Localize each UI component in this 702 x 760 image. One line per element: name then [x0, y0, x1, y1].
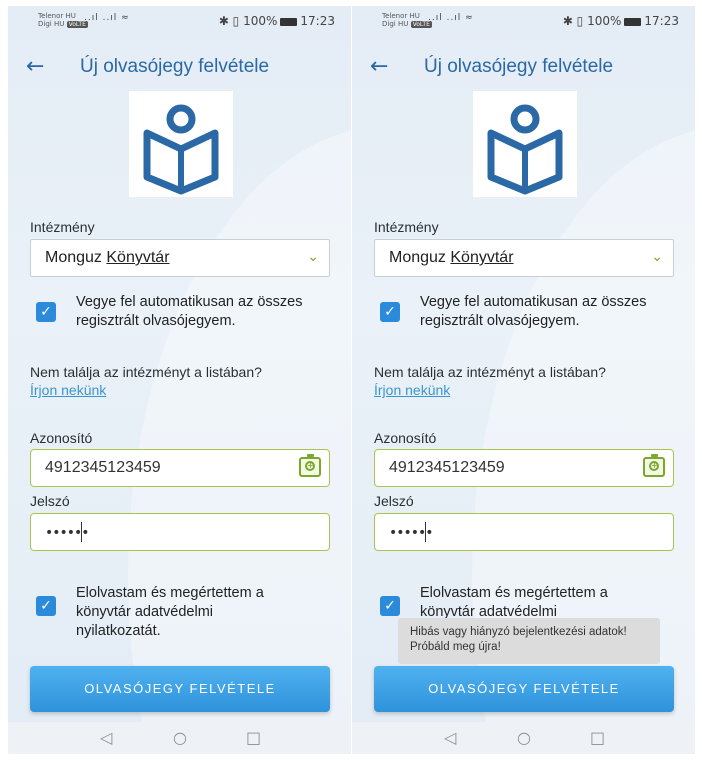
battery-icon: [624, 17, 642, 26]
app-header: ← Új olvasójegy felvétele: [352, 52, 695, 86]
battery-percent: ✱ ▯ 100%: [562, 14, 622, 28]
back-arrow-icon[interactable]: ←: [26, 54, 44, 79]
book-reader-icon: [487, 104, 563, 195]
nav-back-icon[interactable]: ◁: [100, 728, 112, 747]
android-nav-bar: ◁ ○ □: [8, 722, 351, 754]
write-us-link[interactable]: Írjon nekünk: [30, 382, 106, 398]
institution-label: Intézmény: [30, 219, 95, 235]
privacy-checkbox[interactable]: ✓: [380, 596, 400, 616]
id-input[interactable]: 4912345123459 +: [30, 449, 330, 487]
id-value: 4912345123459: [389, 459, 505, 476]
app-header: ← Új olvasójegy felvétele: [8, 52, 351, 86]
page-title: Új olvasójegy felvétele: [424, 56, 614, 77]
clock: 17:23: [300, 14, 335, 28]
password-label: Jelszó: [374, 493, 414, 509]
write-us-link[interactable]: Írjon nekünk: [374, 382, 450, 398]
library-logo: [129, 91, 233, 197]
nav-home-icon[interactable]: ○: [173, 728, 187, 747]
clock: 17:23: [644, 14, 679, 28]
carrier-1: Telenor HU: [382, 12, 420, 20]
auto-add-checkbox[interactable]: ✓: [36, 302, 56, 322]
id-value: 4912345123459: [45, 459, 161, 476]
phone-screen-right: Telenor HU Digi HU VoLTE ..ıl ..ıl ≈ ✱ ▯…: [352, 6, 695, 754]
submit-button[interactable]: OLVASÓJEGY FELVÉTELE: [374, 666, 674, 712]
institution-value: Monguz Könyvtár: [45, 249, 170, 266]
screenshot-pair: Telenor HU Digi HU VoLTE ..ıl ..ıl ≈ ✱ ▯…: [0, 0, 702, 760]
text-caret: [81, 522, 82, 542]
carrier-info: Telenor HU Digi HU VoLTE: [382, 12, 432, 28]
status-right: ✱ ▯ 100% 17:23: [563, 14, 679, 28]
password-value: ••••••: [45, 525, 90, 541]
back-arrow-icon[interactable]: ←: [370, 54, 388, 79]
institution-value: Monguz Könyvtár: [389, 249, 514, 266]
id-label: Azonosító: [374, 430, 437, 446]
id-input[interactable]: 4912345123459 +: [374, 449, 674, 487]
auto-add-label: Vegye fel automatikusan az összes regisz…: [76, 294, 303, 329]
privacy-checkbox[interactable]: ✓: [36, 596, 56, 616]
password-input[interactable]: ••••••: [30, 513, 330, 551]
password-input[interactable]: ••••••: [374, 513, 674, 551]
signal-icon: ..ıl ..ıl ≈: [84, 13, 130, 23]
chevron-down-icon: ⌄: [651, 249, 663, 265]
status-bar: Telenor HU Digi HU VoLTE ..ıl ..ıl ≈ ✱ ▯…: [8, 6, 351, 36]
signal-icon: ..ıl ..ıl ≈: [428, 13, 474, 23]
battery-icon: [280, 17, 298, 26]
carrier-info: Telenor HU Digi HU VoLTE: [38, 12, 88, 28]
chevron-down-icon: ⌄: [307, 249, 319, 265]
institution-label: Intézmény: [374, 219, 439, 235]
auto-add-label: Vegye fel automatikusan az összes regisz…: [420, 294, 647, 329]
not-found-text: Nem találja az intézményt a listában?: [374, 364, 606, 380]
android-nav-bar: ◁ ○ □: [352, 722, 695, 754]
privacy-label: Elolvastam és megértettem a könyvtár ada…: [76, 585, 264, 639]
camera-scan-icon[interactable]: +: [643, 454, 665, 477]
status-right: ✱ ▯ 100% 17:23: [219, 14, 335, 28]
submit-button[interactable]: OLVASÓJEGY FELVÉTELE: [30, 666, 330, 712]
nav-recents-icon[interactable]: □: [590, 728, 605, 747]
phone-screen-left: Telenor HU Digi HU VoLTE ..ıl ..ıl ≈ ✱ ▯…: [8, 6, 351, 754]
auto-add-checkbox[interactable]: ✓: [380, 302, 400, 322]
institution-select[interactable]: Monguz Könyvtár ⌄: [374, 239, 674, 277]
carrier-2: Digi HU: [382, 20, 409, 28]
status-bar: Telenor HU Digi HU VoLTE ..ıl ..ıl ≈ ✱ ▯…: [352, 6, 695, 36]
institution-select[interactable]: Monguz Könyvtár ⌄: [30, 239, 330, 277]
nav-home-icon[interactable]: ○: [517, 728, 531, 747]
nav-back-icon[interactable]: ◁: [444, 728, 456, 747]
camera-scan-icon[interactable]: +: [299, 454, 321, 477]
password-label: Jelszó: [30, 493, 70, 509]
id-label: Azonosító: [30, 430, 93, 446]
library-logo: [473, 91, 577, 197]
text-caret: [425, 522, 426, 542]
not-found-text: Nem találja az intézményt a listában?: [30, 364, 262, 380]
password-value: ••••••: [389, 525, 434, 541]
battery-percent: ✱ ▯ 100%: [218, 14, 278, 28]
error-toast: Hibás vagy hiányzó bejelentkezési adatok…: [398, 618, 660, 664]
nav-recents-icon[interactable]: □: [246, 728, 261, 747]
carrier-2: Digi HU: [38, 20, 65, 28]
carrier-1: Telenor HU: [38, 12, 76, 20]
page-title: Új olvasójegy felvétele: [80, 56, 270, 77]
book-reader-icon: [143, 104, 219, 195]
